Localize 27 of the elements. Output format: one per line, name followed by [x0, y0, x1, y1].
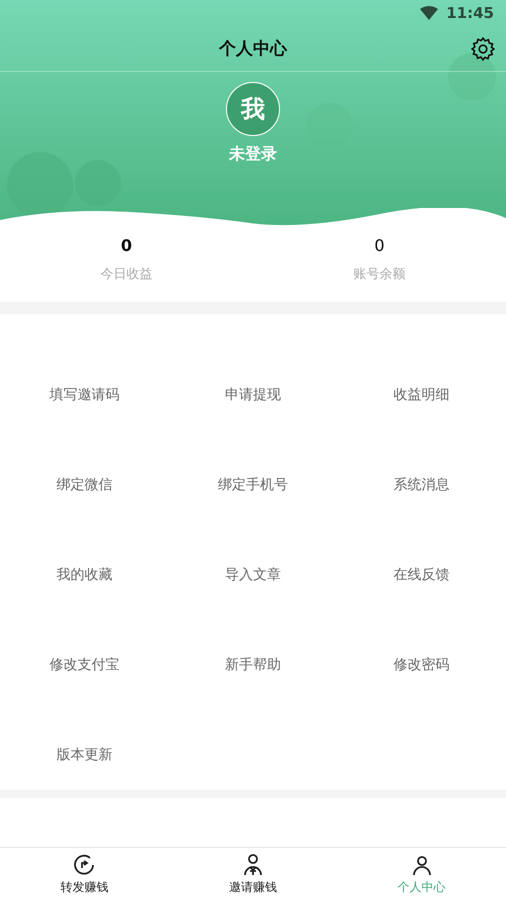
- settings-icon[interactable]: [470, 36, 496, 62]
- menu-item[interactable]: 修改密码: [388, 652, 456, 678]
- person-coin-icon: [241, 852, 265, 876]
- refresh-icon: [72, 852, 96, 876]
- menu-item[interactable]: 版本更新: [50, 742, 118, 768]
- menu-item[interactable]: 在线反馈: [388, 562, 456, 588]
- menu-item[interactable]: 系统消息: [388, 472, 456, 498]
- nav-tab[interactable]: 个人中心: [337, 848, 506, 900]
- menu-item[interactable]: 申请提现: [218, 382, 287, 408]
- wifi-icon: [420, 6, 438, 20]
- menu-item[interactable]: 填写邀请码: [43, 382, 126, 408]
- page-title: 个人中心: [219, 38, 287, 60]
- stat-value: 0: [120, 236, 132, 255]
- menu-item[interactable]: 绑定微信: [50, 472, 118, 498]
- stat-label: 今日收益: [100, 266, 152, 283]
- menu-item[interactable]: 我的收藏: [50, 562, 118, 588]
- menu-item[interactable]: 修改支付宝: [43, 652, 126, 678]
- menu-item[interactable]: 绑定手机号: [212, 472, 294, 498]
- menu-item[interactable]: 新手帮助: [218, 652, 287, 678]
- stat-label: 账号余额: [354, 266, 406, 283]
- avatar[interactable]: 我: [226, 82, 280, 136]
- stat-value: 0: [374, 236, 385, 255]
- menu-item[interactable]: 导入文章: [218, 562, 287, 588]
- menu-item[interactable]: 收益明细: [388, 382, 456, 408]
- nav-tab[interactable]: 转发赚钱: [0, 848, 169, 900]
- status-time: 11:45: [446, 4, 494, 22]
- nav-tab[interactable]: 邀请赚钱: [168, 848, 338, 900]
